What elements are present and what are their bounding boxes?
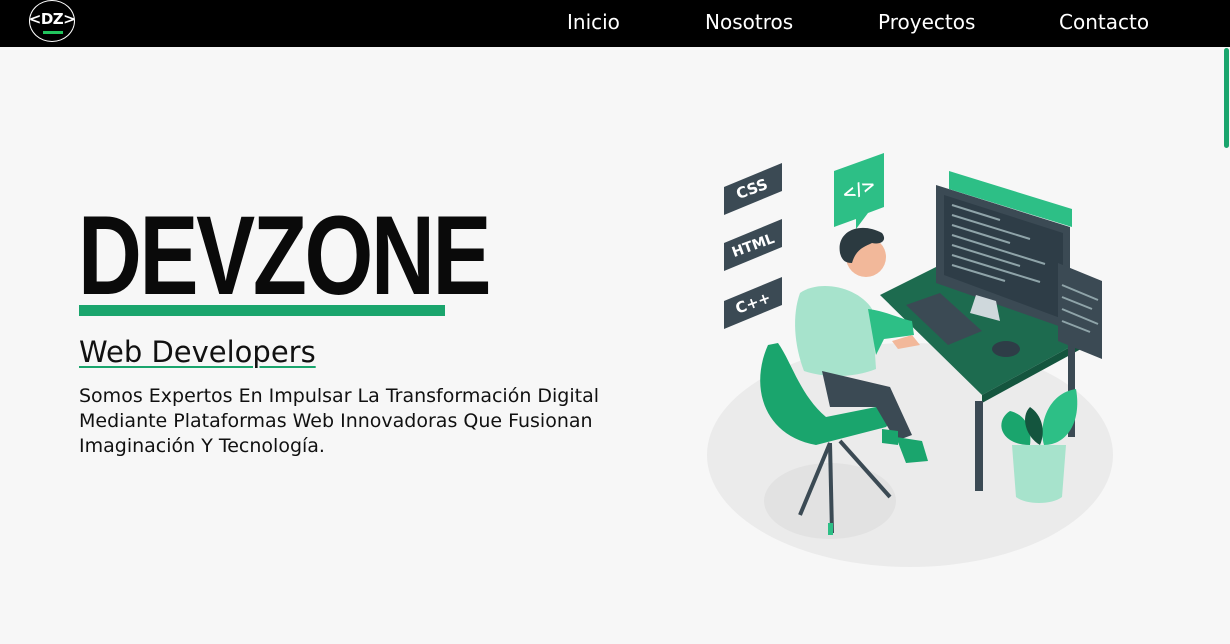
mouse xyxy=(992,341,1020,357)
person-torso xyxy=(795,286,876,377)
nav-link-inicio[interactable]: Inicio xyxy=(567,10,620,34)
title-underline xyxy=(79,305,445,316)
scrollbar-thumb[interactable] xyxy=(1224,48,1229,148)
nav-link-nosotros[interactable]: Nosotros xyxy=(705,10,793,34)
hero-title: DEVZONE xyxy=(78,193,491,318)
developer-illustration: CSS HTML C++ </> xyxy=(707,153,1113,567)
hero-subtitle: Web Developers xyxy=(79,335,316,369)
nav-link-proyectos[interactable]: Proyectos xyxy=(878,10,975,34)
desk-leg-front xyxy=(975,401,983,491)
logo-accent-bar xyxy=(43,31,63,34)
html-tag: HTML xyxy=(724,219,782,271)
navbar: <DZ> Inicio Nosotros Proyectos Contacto xyxy=(0,0,1230,47)
logo-text: <DZ> xyxy=(28,10,76,28)
css-tag: CSS xyxy=(724,163,782,215)
plant-pot xyxy=(1012,445,1066,503)
cpp-tag: C++ xyxy=(724,277,782,329)
code-bubble-icon: </> xyxy=(834,153,884,229)
logo[interactable]: <DZ> xyxy=(28,0,76,42)
scrollbar[interactable] xyxy=(1222,0,1230,644)
nav-link-contacto[interactable]: Contacto xyxy=(1059,10,1149,34)
hero-description: Somos Expertos En Impulsar La Transforma… xyxy=(79,385,600,457)
